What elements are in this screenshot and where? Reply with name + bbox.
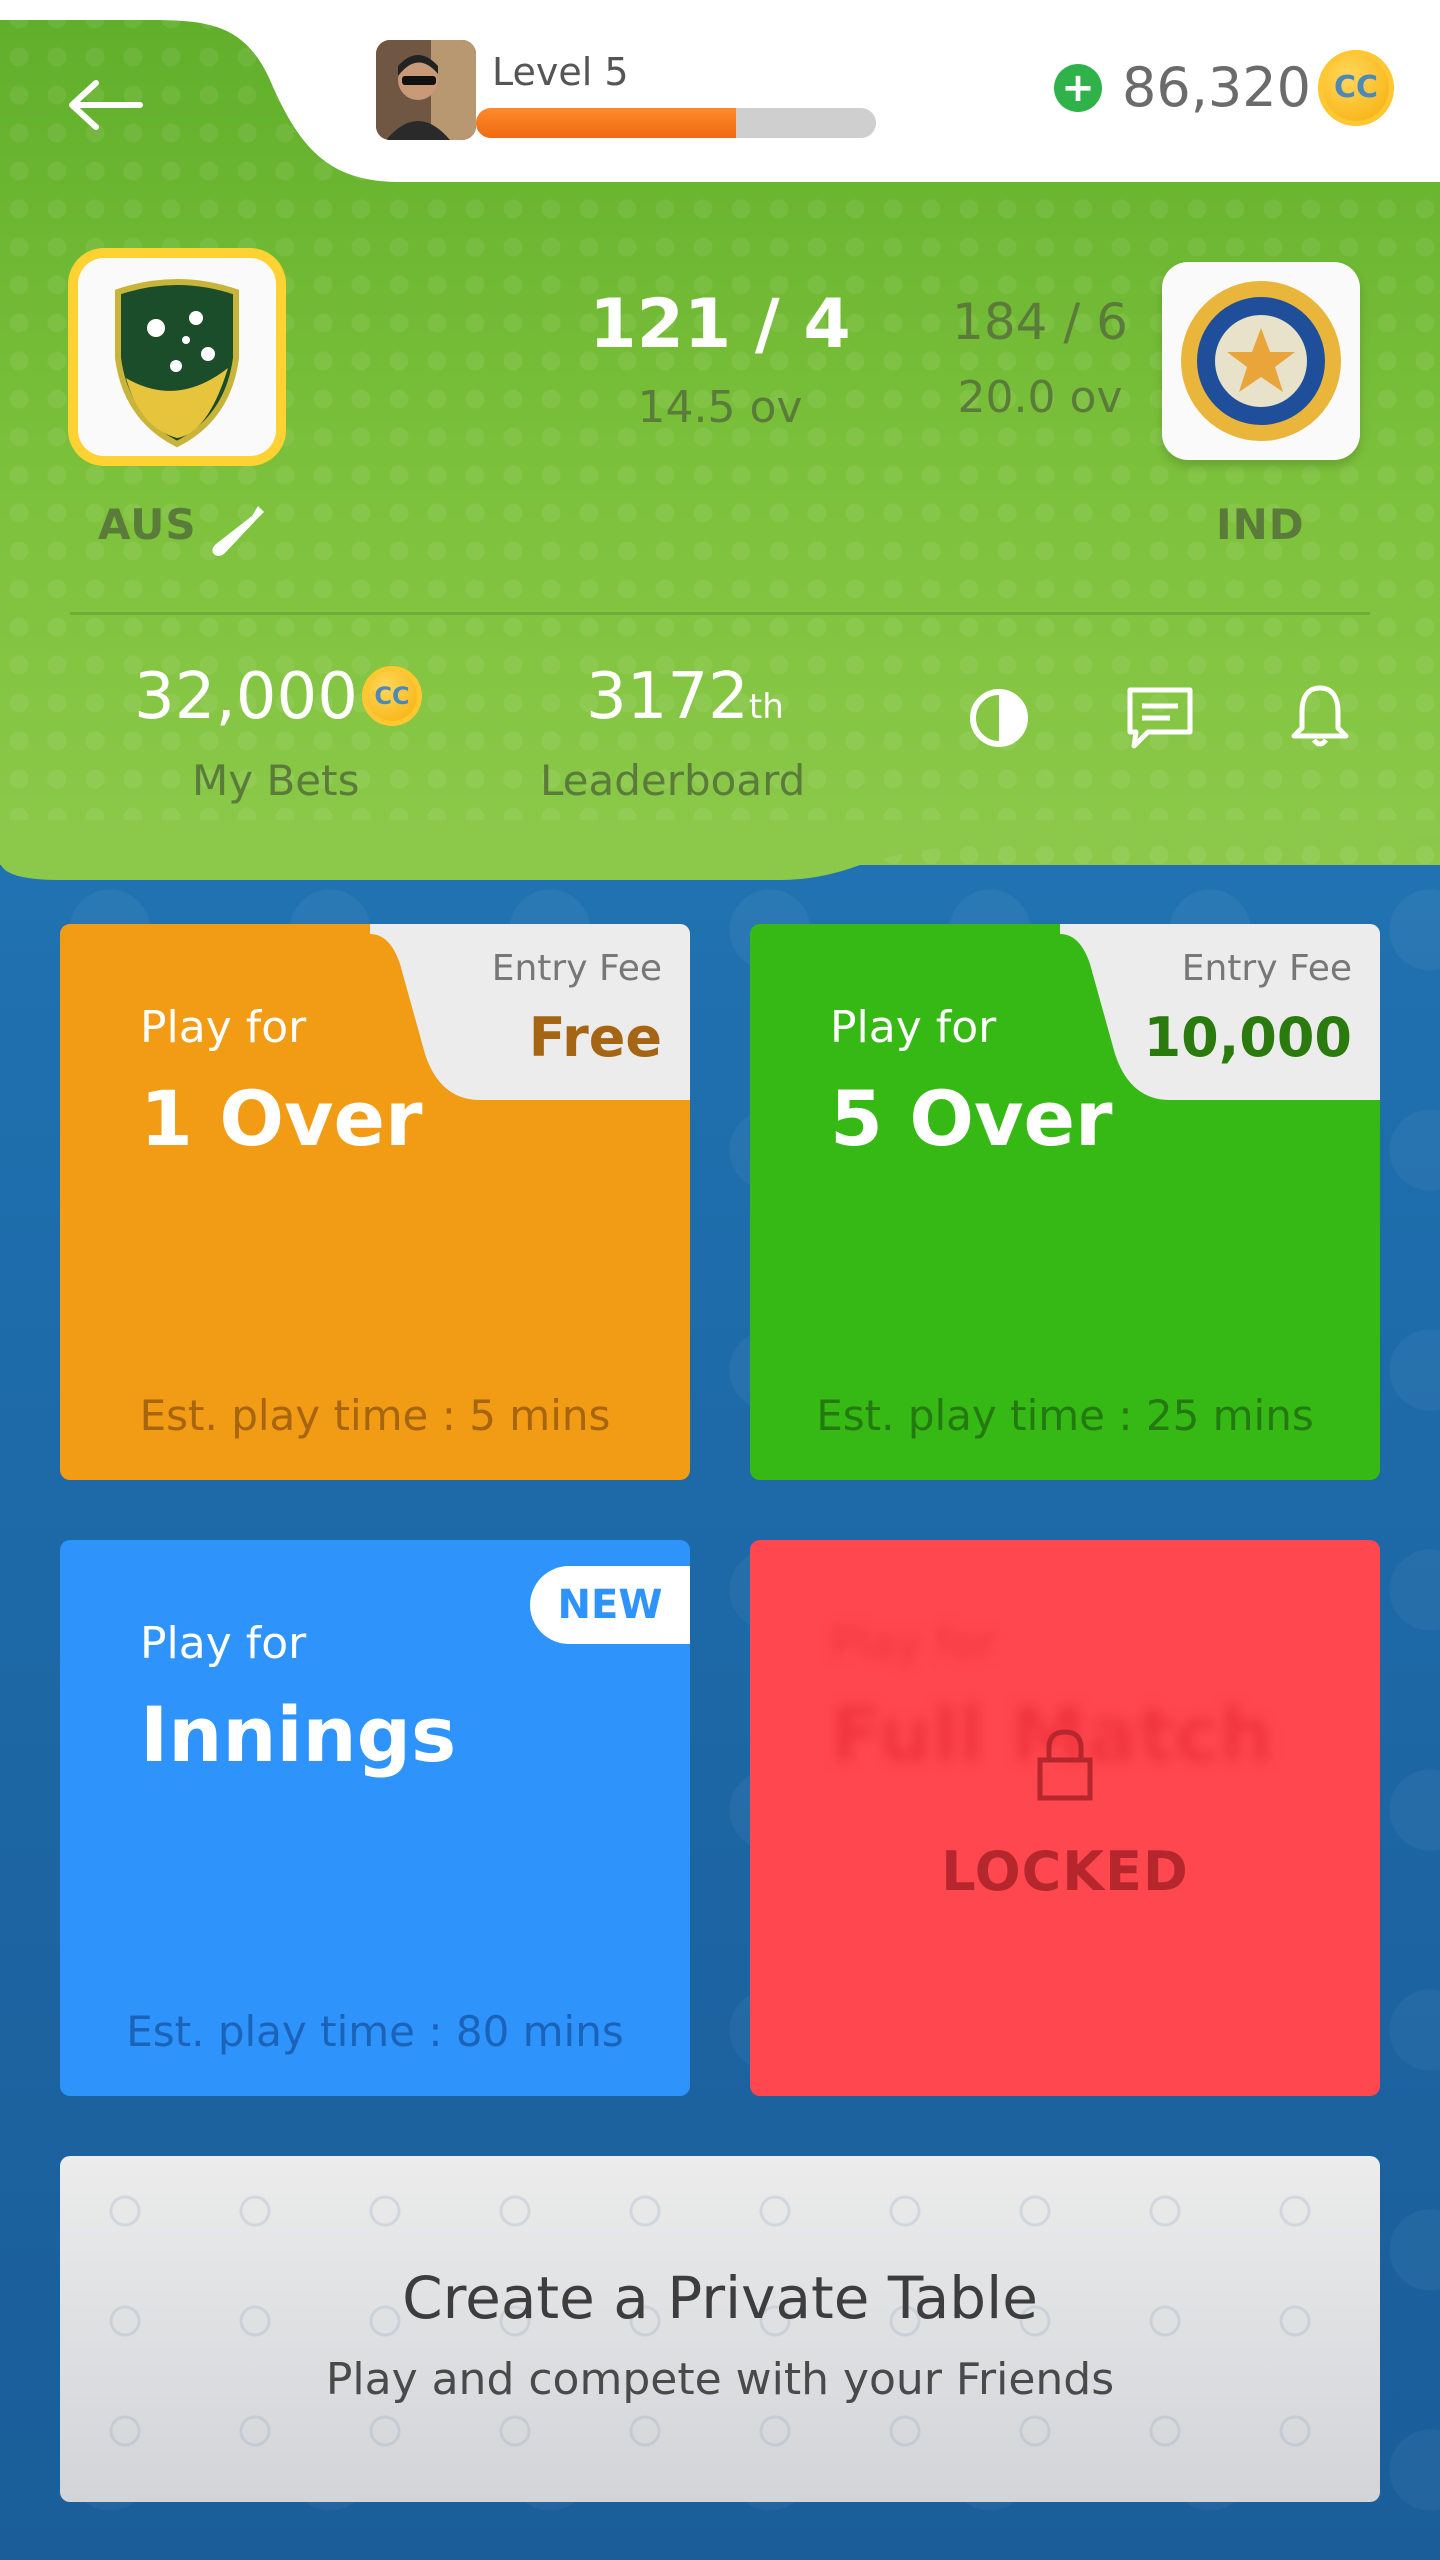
play-for-label: Play for bbox=[140, 1618, 307, 1669]
notification-bell-icon[interactable] bbox=[1284, 680, 1356, 752]
play-time: Est. play time : 5 mins bbox=[139, 1391, 611, 1440]
card-title: 1 Over bbox=[140, 1074, 423, 1163]
coin-balance: 86,320 bbox=[1122, 56, 1311, 119]
team1-badge bbox=[78, 258, 276, 456]
chat-icon[interactable] bbox=[1124, 684, 1196, 756]
coin-icon: CC bbox=[1318, 50, 1394, 126]
create-private-table-button[interactable]: Create a Private Table Play and compete … bbox=[60, 2156, 1380, 2502]
play-for-label: Play for bbox=[830, 1618, 997, 1669]
divider bbox=[70, 612, 1370, 615]
xp-progress-bar bbox=[476, 108, 876, 138]
team2-name: IND bbox=[1216, 500, 1305, 549]
leaderboard-rank: 3172th bbox=[586, 660, 784, 734]
add-coins-icon[interactable]: + bbox=[1054, 64, 1102, 112]
play-5-over-card[interactable]: Entry Fee 10,000 Play for 5 Over Est. pl… bbox=[750, 924, 1380, 1480]
lock-icon bbox=[1037, 1729, 1093, 1801]
team1-score: 121 / 4 bbox=[589, 285, 851, 364]
australia-shield-icon bbox=[115, 279, 239, 448]
new-badge: NEW bbox=[530, 1566, 690, 1644]
rank-suffix: th bbox=[748, 687, 784, 727]
batting-icon bbox=[212, 506, 264, 556]
coin-icon: CC bbox=[362, 666, 422, 726]
entry-fee-label: Entry Fee bbox=[491, 948, 662, 989]
xp-progress-fill bbox=[476, 108, 736, 138]
contrast-icon[interactable] bbox=[963, 682, 1035, 754]
play-time: Est. play time : 25 mins bbox=[816, 1391, 1314, 1440]
entry-fee-label: Entry Fee bbox=[1181, 948, 1352, 989]
entry-fee-value: Free bbox=[528, 1006, 662, 1069]
back-arrow-icon[interactable] bbox=[66, 80, 146, 130]
my-bets-value: 32,000 bbox=[134, 660, 358, 734]
locked-label: LOCKED bbox=[941, 1840, 1189, 1903]
team1-name: AUS bbox=[98, 500, 197, 549]
rank-value: 3172 bbox=[586, 660, 749, 734]
team1-overs: 14.5 ov bbox=[637, 382, 803, 433]
bcci-emblem-icon bbox=[1181, 281, 1341, 441]
play-for-label: Play for bbox=[830, 1002, 997, 1053]
team2-overs: 20.0 ov bbox=[957, 372, 1123, 423]
card-title: Innings bbox=[140, 1690, 457, 1779]
match-header: Level 5 + 86,320 CC AUS 121 / 4 14.5 ov … bbox=[0, 0, 1440, 865]
card-title: 5 Over bbox=[830, 1074, 1113, 1163]
header-wave bbox=[0, 820, 1440, 880]
level-label: Level 5 bbox=[492, 50, 629, 94]
play-for-label: Play for bbox=[140, 1002, 307, 1053]
entry-fee-value: 10,000 bbox=[1143, 1006, 1352, 1069]
avatar[interactable] bbox=[376, 40, 476, 140]
play-full-match-card-locked[interactable]: Play for Full Match LOCKED bbox=[750, 1540, 1380, 2096]
team2-badge bbox=[1162, 262, 1360, 460]
play-1-over-card[interactable]: Entry Fee Free Play for 1 Over Est. play… bbox=[60, 924, 690, 1480]
my-bets-label: My Bets bbox=[192, 756, 360, 805]
private-table-subtitle: Play and compete with your Friends bbox=[325, 2354, 1115, 2405]
team2-score: 184 / 6 bbox=[952, 293, 1128, 351]
play-time: Est. play time : 80 mins bbox=[126, 2007, 624, 2056]
play-innings-card[interactable]: NEW Play for Innings Est. play time : 80… bbox=[60, 1540, 690, 2096]
leaderboard-label[interactable]: Leaderboard bbox=[540, 756, 805, 805]
private-table-title: Create a Private Table bbox=[402, 2264, 1038, 2332]
